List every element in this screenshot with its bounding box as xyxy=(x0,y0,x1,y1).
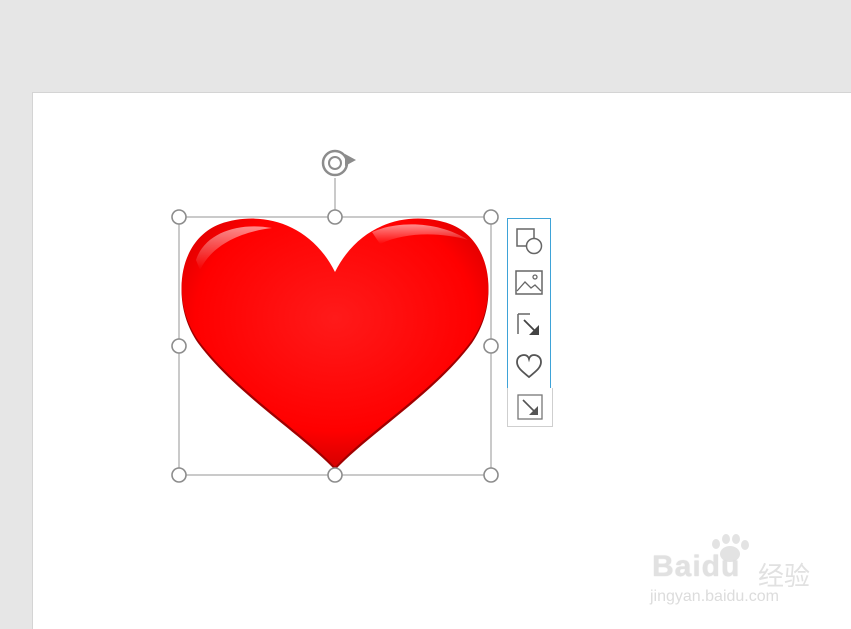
heart-outline-icon xyxy=(516,354,542,379)
more-options-button[interactable] xyxy=(507,388,553,427)
resize-handle-bottom-left[interactable] xyxy=(171,467,187,483)
resize-handle-bottom-right[interactable] xyxy=(483,467,499,483)
picture-button[interactable] xyxy=(513,267,545,299)
expand-corner-icon xyxy=(517,394,543,420)
resize-handle-left[interactable] xyxy=(171,338,187,354)
resize-handle-bottom[interactable] xyxy=(327,467,343,483)
tool-group xyxy=(507,218,551,389)
shape-outline-button[interactable] xyxy=(513,350,545,382)
watermark: Baidu 经验 jingyan.baidu.com xyxy=(650,534,820,610)
shape-quick-toolbar xyxy=(507,218,553,427)
resize-handle-top[interactable] xyxy=(327,209,343,225)
watermark-logo: Baidu xyxy=(652,550,741,583)
resize-corner-icon xyxy=(517,313,539,335)
crop-button[interactable] xyxy=(513,309,545,341)
workspace: Baidu 经验 jingyan.baidu.com xyxy=(0,0,851,629)
shapes-icon xyxy=(516,228,543,255)
rotate-handle-icon[interactable] xyxy=(321,149,356,177)
change-shape-button[interactable] xyxy=(513,225,545,257)
resize-handle-top-right[interactable] xyxy=(483,209,499,225)
resize-handle-top-left[interactable] xyxy=(171,209,187,225)
picture-icon xyxy=(515,270,543,295)
heart-shape[interactable] xyxy=(181,218,489,470)
resize-handle-right[interactable] xyxy=(483,338,499,354)
watermark-url: jingyan.baidu.com xyxy=(650,588,779,605)
